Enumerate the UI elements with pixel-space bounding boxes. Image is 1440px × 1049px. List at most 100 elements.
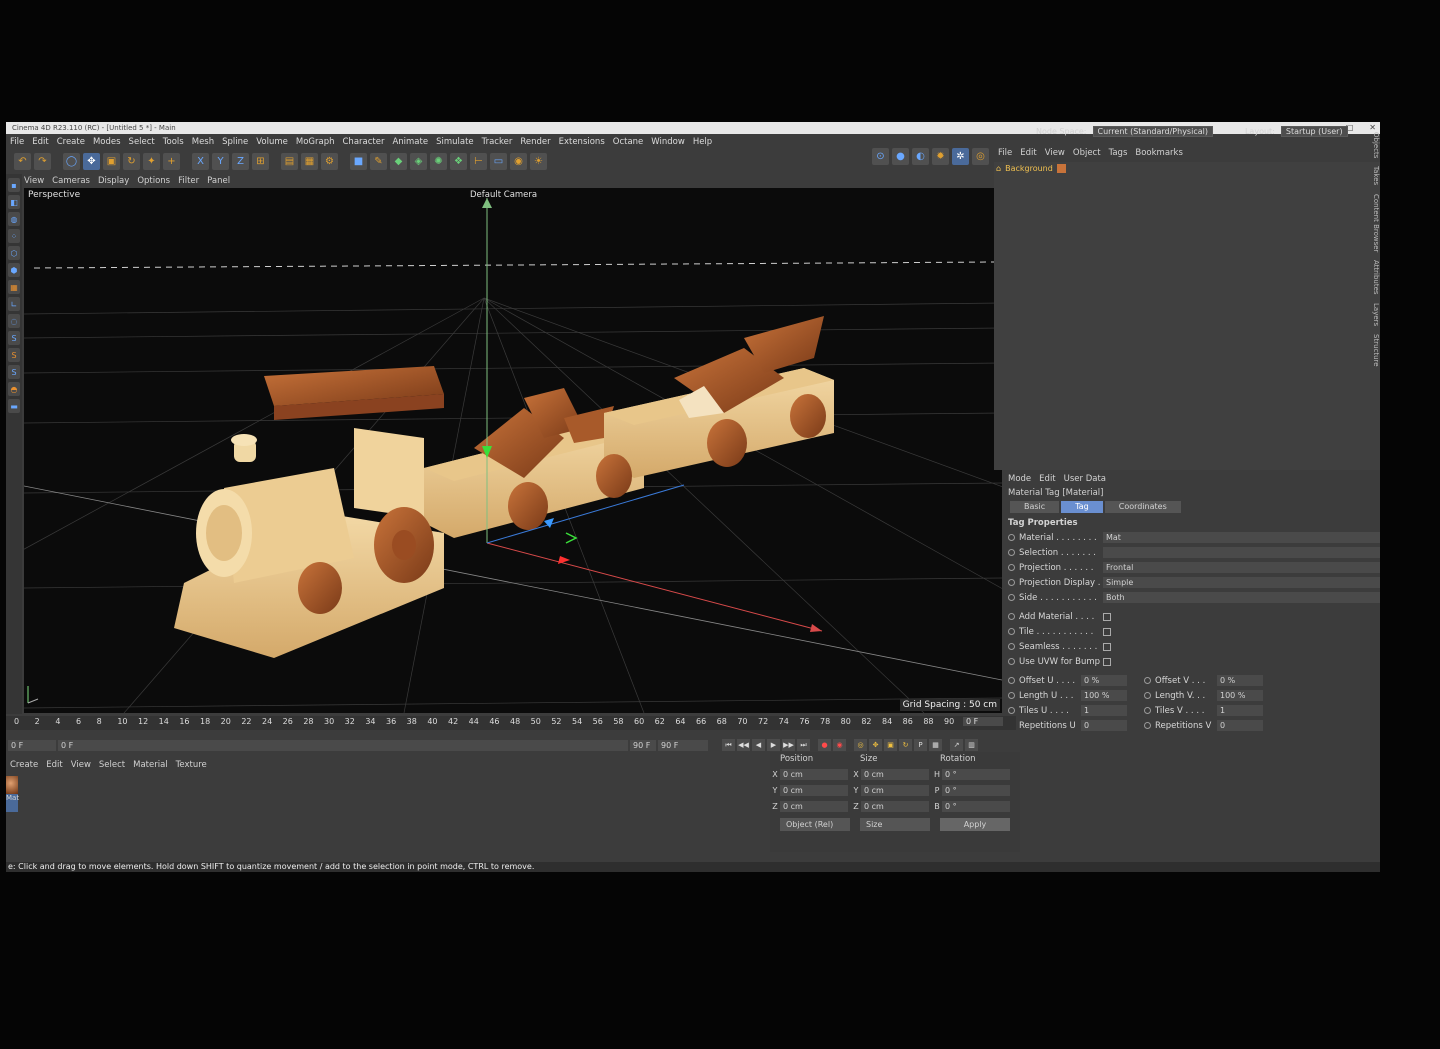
menu-file[interactable]: File — [10, 135, 24, 149]
octane-material-icon[interactable]: ● — [892, 148, 909, 165]
lock-workplane-icon[interactable]: ◓ — [8, 382, 20, 396]
apply-button[interactable]: Apply — [940, 818, 1010, 831]
attributes-menu-edit[interactable]: Edit — [1039, 472, 1055, 486]
objects-menu-file[interactable]: File — [998, 146, 1012, 160]
menu-tracker[interactable]: Tracker — [482, 135, 513, 149]
model-mode-icon[interactable]: ▪ — [8, 178, 20, 192]
coord-value[interactable]: 0 ° — [942, 800, 1010, 812]
node-space-dropdown[interactable]: Current (Standard/Physical) — [1092, 126, 1213, 137]
viewport-menu-options[interactable]: Options — [137, 174, 170, 188]
camera-label[interactable]: Default Camera — [470, 190, 537, 200]
menu-volume[interactable]: Volume — [256, 135, 288, 149]
menu-mograph[interactable]: MoGraph — [296, 135, 335, 149]
menu-extensions[interactable]: Extensions — [559, 135, 605, 149]
key-rotation-icon[interactable]: ↻ — [899, 739, 912, 751]
side-tab-structure[interactable]: Structure — [1366, 334, 1380, 367]
render-view-icon[interactable]: ▤ — [281, 152, 298, 170]
tab-basic[interactable]: Basic — [1010, 501, 1060, 513]
y-axis-icon[interactable]: Y — [212, 152, 229, 170]
octane-camera-icon[interactable]: ◎ — [972, 148, 989, 165]
menu-modes[interactable]: Modes — [93, 135, 121, 149]
prop-value[interactable]: Simple — [1103, 577, 1380, 588]
keyframe-radio-icon[interactable] — [1144, 722, 1151, 729]
undo-icon[interactable]: ↶ — [14, 152, 31, 170]
keyframe-radio-icon[interactable] — [1008, 643, 1015, 650]
keyframe-radio-icon[interactable] — [1008, 692, 1015, 699]
octane-object-icon[interactable]: ◐ — [912, 148, 929, 165]
goto-start-icon[interactable]: ⏮ — [722, 739, 735, 751]
material-menu-material[interactable]: Material — [133, 758, 168, 772]
layout-dropdown[interactable]: Startup (User) — [1280, 126, 1348, 137]
end-frame-field[interactable]: 90 F — [630, 739, 656, 751]
viewport-menu-filter[interactable]: Filter — [178, 174, 199, 188]
prop-value[interactable] — [1103, 547, 1380, 558]
menu-create[interactable]: Create — [57, 135, 85, 149]
render-pv-icon[interactable]: ▦ — [301, 152, 318, 170]
select-icon[interactable]: ◯ — [63, 152, 80, 170]
key-position-icon[interactable]: ✥ — [869, 739, 882, 751]
uv-value[interactable]: 0 % — [1081, 675, 1127, 686]
light-icon[interactable]: ☀ — [530, 152, 547, 170]
uv-value[interactable]: 1 — [1217, 705, 1263, 716]
redo-icon[interactable]: ↷ — [34, 152, 51, 170]
polygons-icon[interactable]: ⬢ — [8, 263, 20, 277]
side-tab-attributes[interactable]: Attributes — [1366, 260, 1380, 295]
texture-mode-icon[interactable]: ◧ — [8, 195, 20, 209]
keyframe-radio-icon[interactable] — [1144, 692, 1151, 699]
uv-value[interactable]: 100 % — [1081, 690, 1127, 701]
keyframe-radio-icon[interactable] — [1008, 579, 1015, 586]
octane-live-icon[interactable]: ⊙ — [872, 148, 889, 165]
objects-menu-tags[interactable]: Tags — [1109, 146, 1128, 160]
cube-icon[interactable]: ■ — [350, 152, 367, 170]
menu-help[interactable]: Help — [693, 135, 712, 149]
camera-icon[interactable]: ◉ — [510, 152, 527, 170]
z-axis-icon[interactable]: Z — [232, 152, 249, 170]
viewport-menu-display[interactable]: Display — [98, 174, 129, 188]
coord-value[interactable]: 0 cm — [861, 768, 929, 780]
keyframe-radio-icon[interactable] — [1008, 677, 1015, 684]
menu-select[interactable]: Select — [129, 135, 155, 149]
interpolation-icon[interactable]: ↗ — [950, 739, 963, 751]
axis-icon[interactable]: ∟ — [8, 297, 20, 311]
prev-key-icon[interactable]: ◀◀ — [737, 739, 750, 751]
uv-value[interactable]: 1 — [1081, 705, 1127, 716]
keyframe-radio-icon[interactable] — [1008, 534, 1015, 541]
objects-menu-edit[interactable]: Edit — [1020, 146, 1036, 160]
menu-simulate[interactable]: Simulate — [436, 135, 474, 149]
play-icon[interactable]: ▶ — [767, 739, 780, 751]
next-frame-icon[interactable]: ▶▶ — [782, 739, 795, 751]
keyframe-radio-icon[interactable] — [1008, 564, 1015, 571]
timeline-ruler[interactable]: 0 2 4 6 8 10 12 14 16 18 20 22 24 26 28 30 32 34 36 38 40 42 4… — [6, 716, 1016, 730]
record-icon[interactable]: ● — [818, 739, 831, 751]
prev-frame-icon[interactable]: ◀ — [752, 739, 765, 751]
tab-coordinates[interactable]: Coordinates — [1104, 501, 1181, 513]
snap-icon[interactable]: S — [8, 331, 20, 345]
keyframe-radio-icon[interactable] — [1008, 549, 1015, 556]
autokey-icon[interactable]: ◉ — [833, 739, 846, 751]
uv-value[interactable]: 0 — [1217, 720, 1263, 731]
floor-icon[interactable]: ▭ — [490, 152, 507, 170]
side-tab-layers[interactable]: Layers — [1366, 303, 1380, 326]
array-icon[interactable]: ◈ — [410, 152, 427, 170]
uv-value[interactable]: 0 % — [1217, 675, 1263, 686]
key-pla-icon[interactable]: ▦ — [929, 739, 942, 751]
menu-render[interactable]: Render — [520, 135, 550, 149]
coord-value[interactable]: 0 cm — [780, 768, 848, 780]
keyframe-radio-icon[interactable] — [1144, 707, 1151, 714]
keyframe-radio-icon[interactable] — [1008, 613, 1015, 620]
cloner-icon[interactable]: ❖ — [450, 152, 467, 170]
material-menu-texture[interactable]: Texture — [176, 758, 207, 772]
viewport-perspective[interactable]: Perspective Default Camera Grid Spacing … — [24, 188, 1002, 713]
start-frame-field[interactable]: 0 F — [58, 739, 628, 751]
pen-icon[interactable]: ✎ — [370, 152, 387, 170]
octane-settings-icon[interactable]: ✲ — [952, 148, 969, 165]
menu-edit[interactable]: Edit — [32, 135, 48, 149]
timeline-right-field[interactable]: 0 F — [963, 717, 1003, 726]
rotate-icon[interactable]: ↻ — [123, 152, 140, 170]
size-mode-dropdown[interactable]: Size — [860, 818, 930, 831]
render-settings-icon[interactable]: ⚙ — [321, 152, 338, 170]
coord-value[interactable]: 0 cm — [861, 784, 929, 796]
menu-animate[interactable]: Animate — [392, 135, 428, 149]
material-tag-icon[interactable] — [1056, 163, 1066, 173]
prop-value[interactable]: Both — [1103, 592, 1380, 603]
